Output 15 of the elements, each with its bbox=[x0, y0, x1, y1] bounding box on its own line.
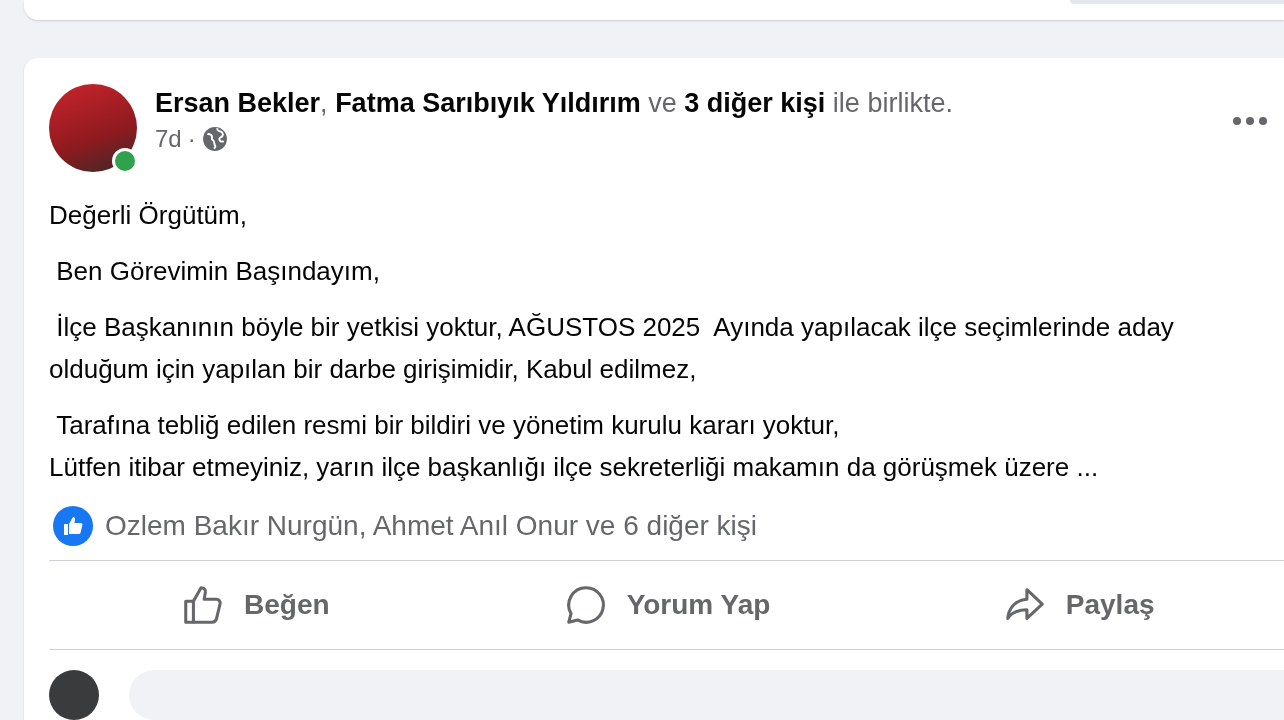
post-time[interactable]: 7d bbox=[155, 125, 182, 153]
comment-button[interactable]: Yorum Yap bbox=[460, 561, 873, 649]
reactions-summary[interactable]: Ozlem Bakır Nurgün, Ahmet Anıl Onur ve 6 diğer kişi bbox=[105, 510, 758, 542]
globe-icon bbox=[201, 126, 228, 152]
separator-dot: · bbox=[187, 125, 196, 153]
post-author-line: Ersan Bekler, Fatma Sarıbıyık Yıldırım ve 3 diğer kişi ile birlikte. bbox=[155, 88, 954, 119]
post-paragraph: Ben Görevimin Başındayım, bbox=[55, 255, 381, 288]
more-options-icon[interactable] bbox=[1232, 116, 1268, 126]
post-paragraph: Değerli Örgütüm, bbox=[49, 199, 248, 232]
post-paragraph: İlçe Başkanının böyle bir yetkisi yoktur, AĞUSTOS 2025 Ayında yapılacak ilçe seçimlerinde aday olduğum için yapılan bir darbe girişimidir, Kabul edilmez, bbox=[49, 311, 1175, 386]
like-reaction-icon[interactable] bbox=[53, 506, 93, 546]
commenter-avatar bbox=[49, 670, 99, 720]
share-button[interactable]: Paylaş bbox=[872, 561, 1284, 649]
like-button[interactable]: Beğen bbox=[49, 561, 461, 649]
post-paragraph: Tarafına tebliğ edilen resmi bir bildiri ve yönetim kurulu kararı yoktur, Lütfen itibar etmeyiniz, yarın ilçe başkanlığı ilçe sekreterliği makamın da görüşmek üzere ... bbox=[49, 409, 1100, 484]
